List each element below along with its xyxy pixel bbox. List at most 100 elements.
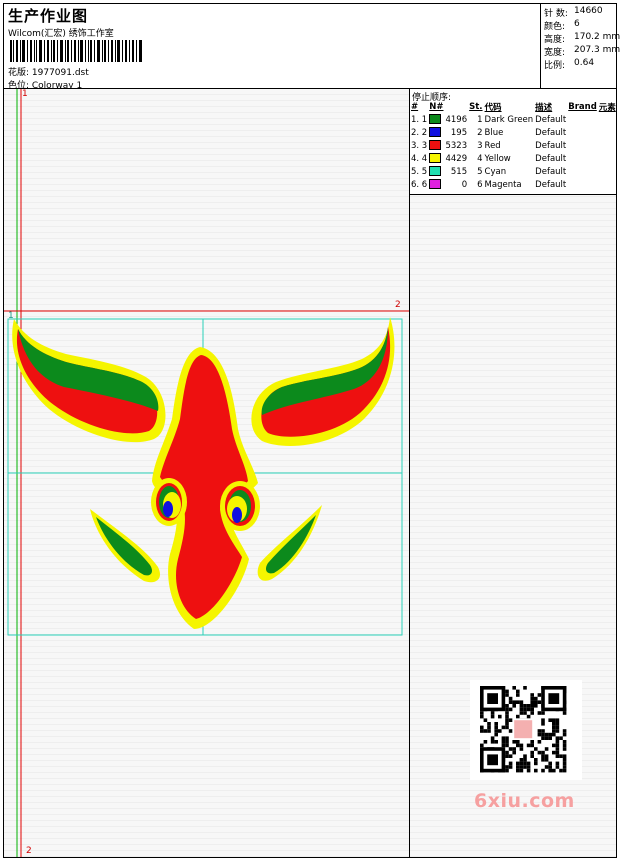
row-stitches: 4429 xyxy=(445,153,468,164)
row-brand: Default xyxy=(535,140,567,151)
stat-stitches-label: 针 数: xyxy=(544,9,568,19)
qr-code-image xyxy=(470,680,582,780)
stat-height-label: 高度: xyxy=(544,35,566,45)
col-brand: Brand xyxy=(568,102,597,112)
row-code: 3 xyxy=(477,140,483,151)
watermark: 6xiu.com xyxy=(474,790,575,812)
row-brand: Default xyxy=(535,153,567,164)
row-swatch xyxy=(428,178,444,191)
row-swatch xyxy=(428,139,444,152)
row-code: 2 xyxy=(477,127,483,138)
stop-sequence-panel: 停止顺序: # N# St. 代码 描述 Brand 元素 1. 1 4196 1 D… xyxy=(410,89,616,195)
row-swatch xyxy=(428,152,444,165)
row-desc: Blue xyxy=(484,127,504,138)
row-desc: Dark Green xyxy=(484,114,534,125)
row-swatch xyxy=(428,113,444,126)
row-index: 3. 3 xyxy=(411,140,428,151)
stat-scale-value: 0.64 xyxy=(574,58,595,68)
row-brand: Default xyxy=(535,114,567,125)
row-code: 4 xyxy=(477,153,483,164)
stat-width-value: 207.3 mm xyxy=(574,45,620,55)
row-desc: Red xyxy=(484,140,501,151)
row-stitches: 0 xyxy=(461,179,468,190)
row-stitches: 4196 xyxy=(445,114,468,125)
row-brand: Default xyxy=(535,166,567,177)
row-desc: Cyan xyxy=(484,166,507,177)
color-sequence-table: # N# St. 代码 描述 Brand 元素 1. 1 4196 1 Dark Gr… xyxy=(410,101,617,191)
header: 生产作业图 Wilcom(汇宏) 绣饰工作室 花版: 1977091.dst 色… xyxy=(4,4,540,91)
guide-marker-box: 1 xyxy=(8,311,14,321)
col-code: 代码 xyxy=(484,103,502,113)
col-index: # xyxy=(411,102,419,112)
row-brand: Default xyxy=(535,127,567,138)
right-horn xyxy=(251,317,395,446)
stat-stitches-value: 14660 xyxy=(574,6,603,16)
row-element xyxy=(567,165,598,178)
color-sequence-body: 1. 1 4196 1 Dark Green Default 2. 2 195 2 Blue De… xyxy=(410,113,617,191)
stat-colors-label: 颜色: xyxy=(544,22,566,32)
row-index: 5. 5 xyxy=(411,166,428,177)
stat-colors: 颜色: 6 xyxy=(544,19,580,32)
guide-marker-bottom: 2 xyxy=(26,846,32,856)
color-swatch xyxy=(429,127,442,138)
col-element: 元素 xyxy=(598,103,616,113)
table-row: 1. 1 4196 1 Dark Green Default xyxy=(410,113,617,126)
stat-colors-value: 6 xyxy=(574,19,580,29)
studio-name: Wilcom(汇宏) 绣饰工作室 xyxy=(8,29,114,39)
table-row: 6. 6 0 6 Magenta Default xyxy=(410,178,617,191)
col-desc: 描述 xyxy=(535,103,553,113)
guide-marker-right: 2 xyxy=(395,300,401,310)
row-code: 6 xyxy=(477,179,483,190)
row-desc: Magenta xyxy=(484,179,522,190)
color-swatch xyxy=(429,153,442,164)
table-row: 2. 2 195 2 Blue Default xyxy=(410,126,617,139)
row-stitches: 5323 xyxy=(445,140,468,151)
stat-width-label: 宽度: xyxy=(544,48,566,58)
row-swatch xyxy=(428,165,444,178)
row-index: 2. 2 xyxy=(411,127,428,138)
embroidery-preview xyxy=(4,89,409,857)
row-element xyxy=(567,126,598,139)
row-element xyxy=(567,152,598,165)
design-stats: 针 数: 14660 颜色: 6 高度: 170.2 mm 宽度: 207.3 mm 比… xyxy=(540,4,620,88)
stat-scale: 比例: 0.64 xyxy=(544,58,594,71)
row-stitches: 515 xyxy=(450,166,468,177)
stat-height-value: 170.2 mm xyxy=(574,32,620,42)
row-index: 6. 6 xyxy=(411,179,428,190)
color-swatch xyxy=(429,179,442,190)
barcode-image xyxy=(10,40,142,62)
row-stitches: 195 xyxy=(450,127,468,138)
row-element xyxy=(567,139,598,152)
table-row: 3. 3 5323 3 Red Default xyxy=(410,139,617,152)
stat-scale-label: 比例: xyxy=(544,61,566,71)
table-header-row: # N# St. 代码 描述 Brand 元素 xyxy=(410,101,617,113)
color-swatch xyxy=(429,114,442,125)
color-swatch xyxy=(429,166,442,177)
table-row: 5. 5 515 5 Cyan Default xyxy=(410,165,617,178)
row-index: 1. 1 xyxy=(411,114,428,125)
row-code: 1 xyxy=(477,114,483,125)
stat-width: 宽度: 207.3 mm xyxy=(544,45,620,58)
right-cheek xyxy=(257,505,322,581)
left-horn xyxy=(12,319,166,443)
col-needle: N# xyxy=(429,102,444,112)
row-desc: Yellow xyxy=(484,153,511,164)
table-row: 4. 4 4429 4 Yellow Default xyxy=(410,152,617,165)
left-cheek xyxy=(90,509,161,583)
color-swatch xyxy=(429,140,442,151)
row-code: 5 xyxy=(477,166,483,177)
stat-height: 高度: 170.2 mm xyxy=(544,32,620,45)
row-index: 4. 4 xyxy=(411,153,428,164)
row-element xyxy=(567,113,598,126)
page-title: 生产作业图 xyxy=(8,7,89,25)
design-canvas: 1 2 1 2 xyxy=(4,89,410,857)
row-swatch xyxy=(428,126,444,139)
left-eye-pupil xyxy=(163,501,173,517)
col-stitches: St. xyxy=(469,102,483,112)
left-eye xyxy=(151,478,187,526)
row-brand: Default xyxy=(535,179,567,190)
right-eye-pupil xyxy=(232,507,242,523)
design-file: 花版: 1977091.dst xyxy=(8,68,89,78)
right-eye xyxy=(220,481,260,531)
stat-stitches: 针 数: 14660 xyxy=(544,6,603,19)
